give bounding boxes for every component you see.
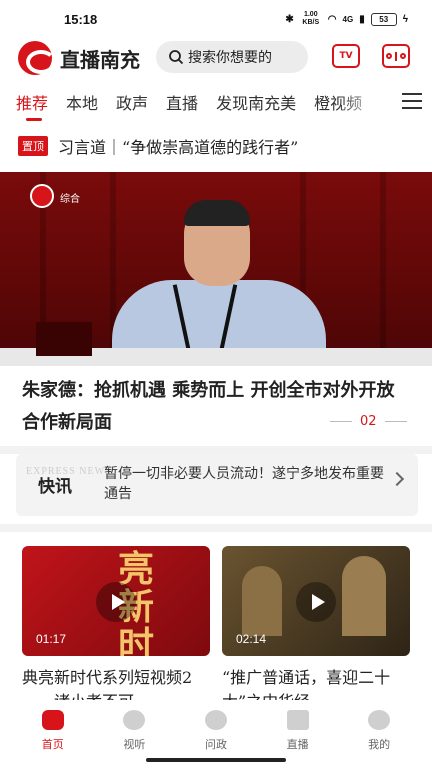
tab-live[interactable]: 直播 xyxy=(166,90,198,114)
nav-profile[interactable]: 我的 xyxy=(349,710,409,768)
signal-label: 4G xyxy=(342,14,354,24)
status-time: 15:18 xyxy=(64,11,98,27)
play-circle-icon xyxy=(123,710,146,730)
nav-label: 我的 xyxy=(368,738,391,751)
home-icon xyxy=(41,710,64,730)
pinned-badge: 置顶 xyxy=(18,136,48,156)
video-card[interactable]: 02:14 xyxy=(222,546,410,656)
nav-home[interactable]: 首页 xyxy=(23,710,83,768)
tv-icon-label: TV xyxy=(339,51,353,61)
charging-icon: ϟ xyxy=(402,13,408,25)
chat-icon xyxy=(204,710,227,730)
hero-image[interactable]: 综合 xyxy=(0,172,432,366)
video-duration: 02:14 xyxy=(236,632,267,646)
flash-text: 暂停一切非必要人员流动！遂宁多地发布重要通告 xyxy=(104,466,384,502)
hero-inset-image xyxy=(36,322,92,356)
video-duration: 01:17 xyxy=(36,632,67,646)
tab-recommend[interactable]: 推荐 xyxy=(16,90,48,121)
net-speed: 1.00 KB/S xyxy=(302,11,320,26)
app-title: 直播南充 xyxy=(60,48,140,72)
status-icons: ✱ 1.00 KB/S ◠ 4G ▮ 53 ϟ xyxy=(285,11,408,27)
figure-silhouette xyxy=(342,556,386,636)
section-divider xyxy=(0,446,432,454)
search-placeholder: 搜索你想要的 xyxy=(188,50,272,66)
profile-icon xyxy=(368,710,391,730)
figure-silhouette xyxy=(242,566,282,636)
carousel-page: 02 xyxy=(360,414,377,429)
tabs-fade xyxy=(338,84,398,118)
video-camera-icon xyxy=(286,710,309,730)
status-bar: 15:18 ✱ 1.00 KB/S ◠ 4G ▮ 53 ϟ xyxy=(0,0,432,38)
tab-local[interactable]: 本地 xyxy=(66,90,98,114)
home-indicator[interactable] xyxy=(146,758,286,762)
video-title[interactable]: “推广普通话，喜迎二十大”之中华经… xyxy=(222,666,412,700)
nav-label: 直播 xyxy=(286,738,309,751)
hero-headline[interactable]: 朱家德：抢抓机遇 乘势而上 开创全市对外开放合作新局面 xyxy=(22,375,402,439)
radio-button[interactable] xyxy=(382,44,410,68)
curtain-fold xyxy=(380,172,386,366)
menu-icon[interactable] xyxy=(402,93,422,114)
battery-level: 53 xyxy=(379,14,389,24)
search-bar[interactable]: 搜索你想要的 xyxy=(156,41,308,73)
tv-button[interactable]: TV xyxy=(332,44,360,68)
speaker-hair xyxy=(184,200,250,226)
nav-label: 问政 xyxy=(204,738,227,751)
carousel-pager: 02 xyxy=(330,414,407,429)
signal-bars-icon: ▮ xyxy=(359,13,365,25)
search-icon xyxy=(169,50,184,65)
battery-icon: 53 xyxy=(370,12,397,26)
channel-logo xyxy=(30,184,54,208)
tab-discover[interactable]: 发现南充美 xyxy=(216,90,296,114)
flash-title: 快讯 xyxy=(38,477,72,497)
nav-label: 首页 xyxy=(41,738,64,751)
tab-politics[interactable]: 政声 xyxy=(116,90,148,114)
pinned-article[interactable]: 置顶 习言道｜“争做崇高道德的践行者” xyxy=(18,134,298,158)
play-icon[interactable] xyxy=(96,582,136,622)
pinned-title: 习言道｜“争做崇高道德的践行者” xyxy=(58,138,299,157)
section-divider xyxy=(0,524,432,532)
app-logo xyxy=(18,41,56,75)
wifi-icon: ◠ xyxy=(327,13,337,25)
play-icon[interactable] xyxy=(296,582,336,622)
nav-label: 视听 xyxy=(123,738,146,751)
bluetooth-icon: ✱ xyxy=(285,13,294,25)
video-title[interactable]: 典亮新时代系列短视频2——诸小孝不可… xyxy=(22,666,212,700)
radio-icon xyxy=(386,53,392,59)
app-bar: 直播南充 搜索你想要的 TV xyxy=(0,38,432,78)
channel-tag: 综合 xyxy=(60,194,80,205)
video-card[interactable]: 亮新时代 01:17 xyxy=(22,546,210,656)
flash-news[interactable]: EXPRESS NEWS 快讯 暂停一切非必要人员流动！遂宁多地发布重要通告 xyxy=(16,454,418,516)
